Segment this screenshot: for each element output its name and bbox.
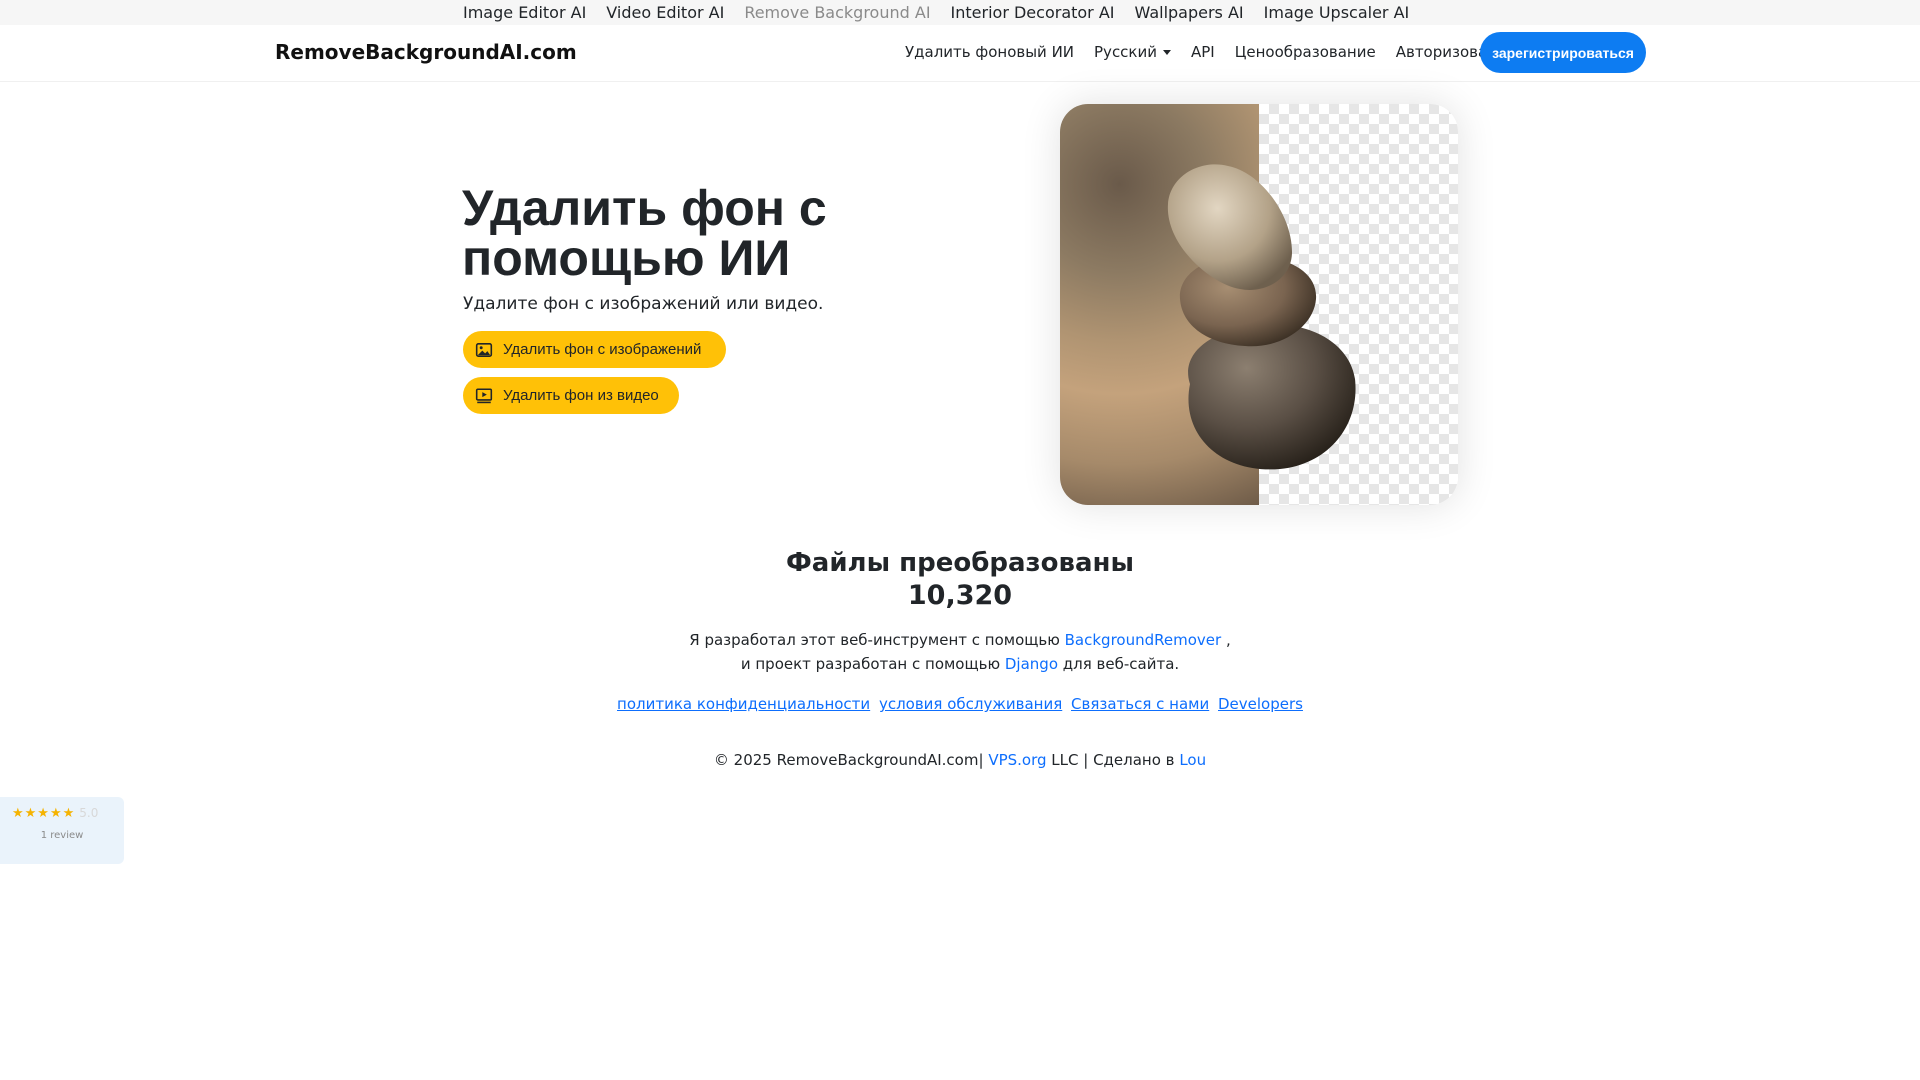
developers-link[interactable]: Developers <box>1218 695 1303 713</box>
brand-logo[interactable]: RemoveBackgroundAI.com <box>275 40 577 64</box>
terms-of-service-link[interactable]: условия обслуживания <box>879 695 1062 713</box>
copyright-text: © 2025 RemoveBackgroundAI.com| <box>713 751 984 769</box>
top-app-links: Image Editor AI Video Editor AI Remove B… <box>463 3 1409 22</box>
image-icon <box>475 342 493 357</box>
files-converted-title: Файлы преобразованы <box>786 548 1134 578</box>
review-count: 1 review <box>40 830 84 841</box>
remove-bg-video-button[interactable]: Удалить фон из видео <box>463 377 679 414</box>
rating-stars: ★★★★★ 5.0 <box>12 806 98 821</box>
privacy-policy-link[interactable]: политика конфиденциальности <box>617 695 870 713</box>
top-link-image-editor[interactable]: Image Editor AI <box>463 3 586 22</box>
remove-bg-image-label: Удалить фон с изображений <box>503 341 702 358</box>
top-app-strip: Image Editor AI Video Editor AI Remove B… <box>0 0 1920 25</box>
top-link-interior-decorator[interactable]: Interior Decorator AI <box>951 3 1115 22</box>
top-link-video-editor[interactable]: Video Editor AI <box>606 3 724 22</box>
review-widget[interactable]: ★★★★★ 5.0 1 review <box>0 797 124 864</box>
footer-links: политика конфиденциальности условия обсл… <box>0 695 1920 713</box>
nav-pricing[interactable]: Ценообразование <box>1235 43 1376 61</box>
caret-down-icon <box>1163 50 1171 55</box>
credit-line-1-text: Я разработал этот веб-инструмент с помощ… <box>689 631 1060 649</box>
credit-line-1: Я разработал этот веб-инструмент с помощ… <box>0 631 1920 649</box>
hero-subtitle: Удалите фон с изображений или видео. <box>463 294 824 314</box>
vps-org-link[interactable]: VPS.org <box>988 751 1046 769</box>
top-link-wallpapers[interactable]: Wallpapers AI <box>1135 3 1244 22</box>
django-link[interactable]: Django <box>1005 655 1058 673</box>
contact-us-link[interactable]: Связаться с нами <box>1071 695 1209 713</box>
remove-bg-image-button[interactable]: Удалить фон с изображений <box>463 331 726 368</box>
files-converted-count: 10,320 <box>907 580 1013 611</box>
credit-line-2-text: и проект разработан с помощью <box>740 655 1001 673</box>
video-icon <box>475 387 493 403</box>
stacked-stones-illustration <box>1167 164 1356 470</box>
nav-api[interactable]: API <box>1191 43 1215 61</box>
credit-line-2-suffix: для веб-сайта. <box>1062 655 1180 673</box>
credit-line-1-suffix: , <box>1225 631 1231 649</box>
navbar: RemoveBackgroundAI.com Удалить фоновый И… <box>0 25 1920 82</box>
nav-links: Удалить фоновый ИИ Русский API Ценообраз… <box>905 43 1522 61</box>
credit-line-2: и проект разработан с помощью Django для… <box>0 655 1920 673</box>
top-link-image-upscaler[interactable]: Image Upscaler AI <box>1264 3 1410 22</box>
remove-bg-video-label: Удалить фон из видео <box>503 387 659 404</box>
backgroundremover-link[interactable]: BackgroundRemover <box>1065 631 1222 649</box>
copyright-line: © 2025 RemoveBackgroundAI.com| VPS.org L… <box>0 751 1920 769</box>
top-link-remove-background[interactable]: Remove Background AI <box>744 3 930 22</box>
language-label: Русский <box>1094 43 1157 61</box>
nav-remove-bg[interactable]: Удалить фоновый ИИ <box>905 43 1074 61</box>
rating-score: 5.0 <box>79 806 99 820</box>
signup-button[interactable]: зарегистрироваться <box>1480 32 1646 73</box>
lou-link[interactable]: Lou <box>1179 751 1206 769</box>
before-after-demo-image <box>1060 104 1458 505</box>
copyright-mid-text: LLC | Сделано в <box>1051 751 1175 769</box>
nav-language-dropdown[interactable]: Русский <box>1094 43 1171 61</box>
star-icons: ★★★★★ <box>12 806 76 821</box>
hero-title: Удалить фон с помощью ИИ <box>462 180 827 286</box>
